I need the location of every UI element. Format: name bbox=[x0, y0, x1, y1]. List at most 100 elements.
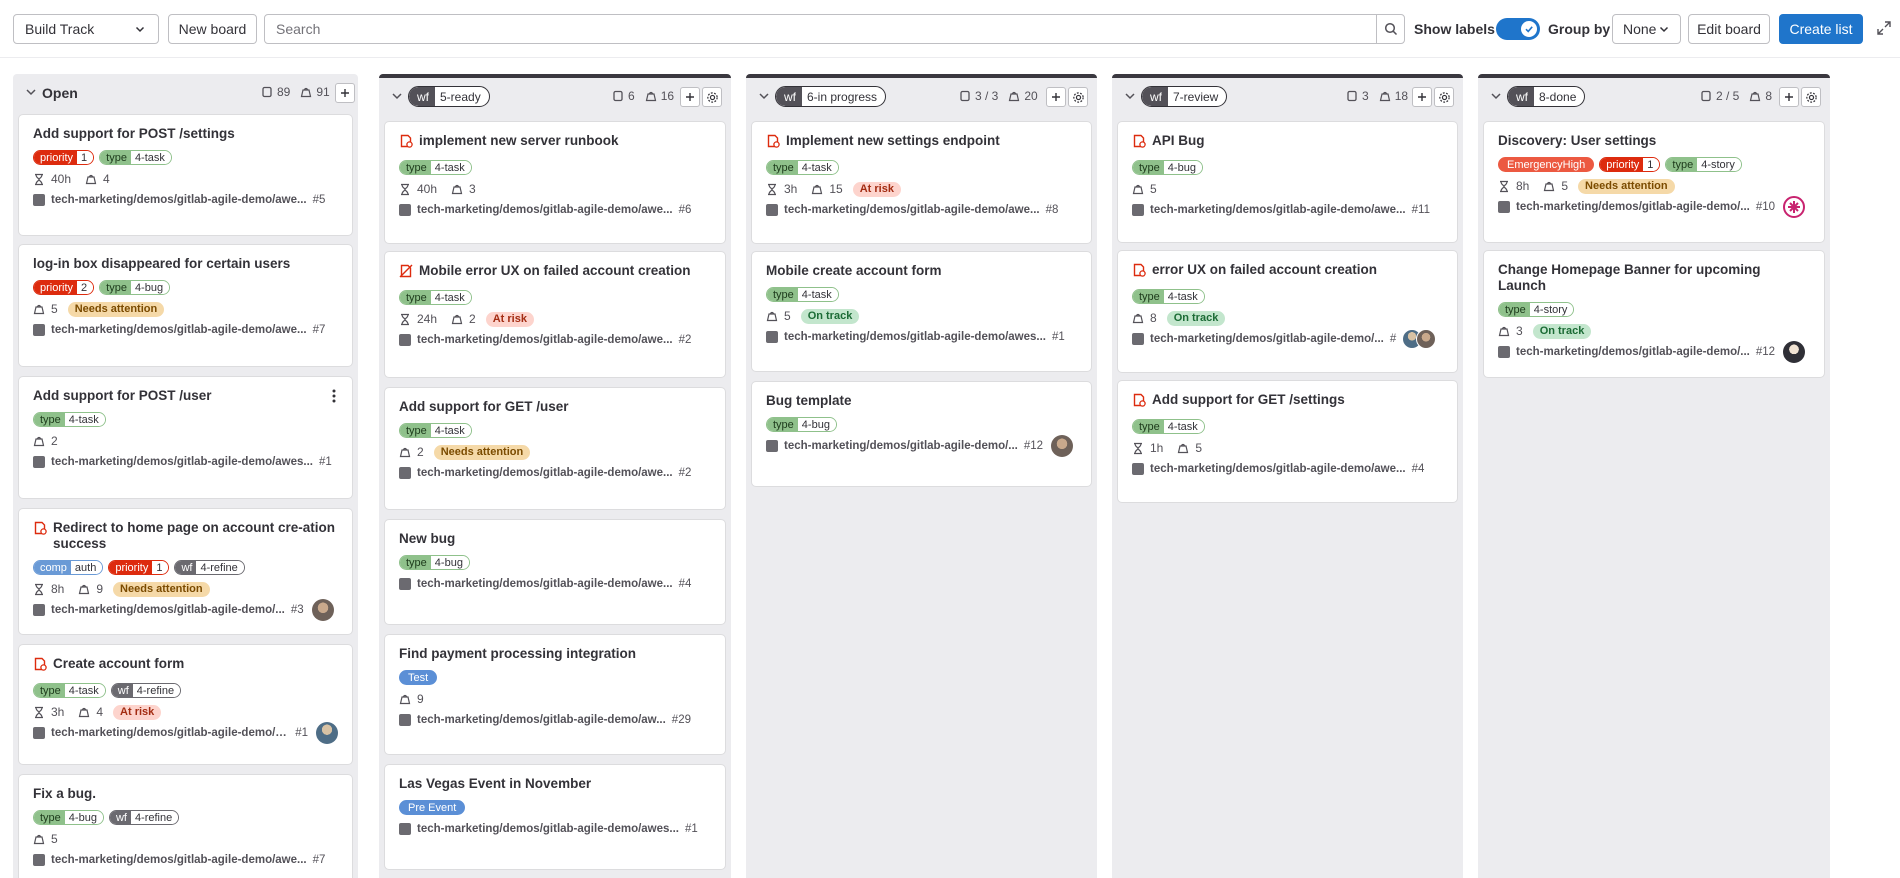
issue-title[interactable]: Mobile error UX on failed account creati… bbox=[419, 263, 691, 279]
issue-card[interactable]: Mobile error UX on failed account creati… bbox=[385, 252, 725, 377]
issue-card[interactable]: Change Homepage Banner for upcoming Laun… bbox=[1484, 251, 1824, 377]
scoped-label-chip[interactable]: wf 4-refine bbox=[110, 683, 182, 698]
issue-card[interactable]: Add support for GET /user type 4-task 2 Need… bbox=[385, 388, 725, 509]
avatar[interactable] bbox=[1783, 196, 1806, 218]
scoped-label-chip[interactable]: type 4-task bbox=[1132, 419, 1205, 434]
scoped-label-chip[interactable]: wf 4-refine bbox=[108, 810, 180, 825]
issue-reference[interactable]: tech-marketing/demos/gitlab-agile-demo/.… bbox=[1498, 341, 1810, 363]
issue-reference[interactable]: tech-marketing/demos/gitlab-agile-demo/a… bbox=[766, 330, 1077, 344]
issue-title[interactable]: Change Homepage Banner for upcoming Laun… bbox=[1498, 262, 1810, 294]
scoped-label-chip[interactable]: comp auth bbox=[33, 560, 104, 575]
list-settings-button[interactable] bbox=[702, 87, 722, 107]
search-input[interactable]: Search bbox=[264, 14, 1405, 44]
new-board-button[interactable]: New board bbox=[168, 14, 257, 44]
issue-title[interactable]: Add support for POST /settings bbox=[33, 126, 235, 142]
scoped-label-chip[interactable]: priority 1 bbox=[108, 560, 170, 575]
chevron-down-icon[interactable] bbox=[1123, 89, 1137, 103]
scoped-label-chip[interactable]: type 4-task bbox=[1132, 289, 1205, 304]
issue-reference[interactable]: tech-marketing/demos/gitlab-agile-demo/a… bbox=[1132, 462, 1443, 476]
issue-card[interactable]: Implement new settings endpoint type 4-tas… bbox=[752, 122, 1091, 243]
scoped-label-chip[interactable]: priority 1 bbox=[33, 150, 95, 165]
issue-card[interactable]: Redirect to home page on account cre-ati… bbox=[19, 509, 352, 634]
issue-title[interactable]: Create account form bbox=[53, 656, 184, 672]
issue-reference[interactable]: tech-marketing/demos/gitlab-agile-demo/a… bbox=[399, 713, 711, 727]
group-by-dropdown[interactable]: None bbox=[1612, 14, 1681, 44]
scoped-label-chip[interactable]: type 4-task bbox=[399, 160, 472, 175]
issue-title[interactable]: New bug bbox=[399, 531, 455, 547]
list-settings-button[interactable] bbox=[1801, 87, 1821, 107]
scoped-label-chip[interactable]: type 4-bug bbox=[399, 555, 470, 570]
scoped-label-chip[interactable]: type 4-story bbox=[1498, 302, 1575, 317]
issue-title[interactable]: Mobile create account form bbox=[766, 263, 942, 279]
edit-board-button[interactable]: Edit board bbox=[1688, 14, 1770, 44]
chevron-down-icon[interactable] bbox=[390, 89, 404, 103]
issue-title[interactable]: Find payment processing integration bbox=[399, 646, 636, 662]
issue-reference[interactable]: tech-marketing/demos/gitlab-agile-demo/a… bbox=[1132, 203, 1443, 217]
issue-card[interactable]: Add support for POST /user type 4-task 2 tec… bbox=[19, 377, 352, 498]
issue-card[interactable]: New bug type 4-bug tech-marketing/demos/git… bbox=[385, 520, 725, 624]
chevron-down-icon[interactable] bbox=[1489, 89, 1503, 103]
issue-reference[interactable]: tech-marketing/demos/gitlab-agile-demo/.… bbox=[33, 599, 338, 621]
issue-title[interactable]: log-in box disappeared for certain users bbox=[33, 256, 290, 272]
issue-title[interactable]: Fix a bug. bbox=[33, 786, 96, 802]
issue-reference[interactable]: tech-marketing/demos/gitlab-agile-demo/a… bbox=[33, 853, 338, 867]
scoped-label-chip[interactable]: type 4-story bbox=[1665, 157, 1742, 172]
issue-reference[interactable]: tech-marketing/demos/gitlab-agile-demo/a… bbox=[33, 722, 338, 744]
scoped-label-chip[interactable]: priority 1 bbox=[1599, 157, 1661, 172]
label-chip[interactable]: Test bbox=[399, 670, 438, 685]
issue-title[interactable]: Las Vegas Event in November bbox=[399, 776, 591, 792]
assignee-avatars[interactable] bbox=[1402, 329, 1437, 349]
kebab-icon[interactable] bbox=[332, 389, 336, 408]
add-issue-button[interactable] bbox=[1412, 87, 1432, 107]
issue-title[interactable]: Add support for POST /user bbox=[33, 388, 212, 404]
expand-icon[interactable] bbox=[1876, 20, 1892, 36]
issue-reference[interactable]: tech-marketing/demos/gitlab-agile-demo/a… bbox=[399, 577, 711, 591]
issue-title[interactable]: API Bug bbox=[1152, 133, 1205, 149]
issue-card[interactable]: Create account form type 4-task wf 4-refine 3… bbox=[19, 645, 352, 764]
scoped-label-chip[interactable]: type 4-bug bbox=[33, 810, 104, 825]
add-issue-button[interactable] bbox=[680, 87, 700, 107]
scoped-label-chip[interactable]: type 4-bug bbox=[1132, 160, 1203, 175]
issue-title[interactable]: Redirect to home page on account cre-ati… bbox=[53, 520, 338, 552]
show-labels-toggle[interactable] bbox=[1496, 18, 1540, 40]
scoped-label-chip[interactable]: type 4-task bbox=[399, 423, 472, 438]
issue-card[interactable]: Discovery: User settings EmergencyHigh pri… bbox=[1484, 122, 1824, 242]
chevron-down-icon[interactable] bbox=[757, 89, 771, 103]
issue-card[interactable]: API Bug type 4-bug 5 tech-marketing/demos/gi… bbox=[1118, 122, 1457, 242]
issue-title[interactable]: implement new server runbook bbox=[419, 133, 619, 149]
issue-card[interactable]: Mobile create account form type 4-task 5 On … bbox=[752, 252, 1091, 371]
issue-reference[interactable]: tech-marketing/demos/gitlab-agile-demo/a… bbox=[33, 455, 338, 469]
create-list-button[interactable]: Create list bbox=[1779, 14, 1863, 44]
issue-reference[interactable]: tech-marketing/demos/gitlab-agile-demo/.… bbox=[1498, 196, 1810, 218]
scoped-label-chip[interactable]: type 4-task bbox=[33, 412, 106, 427]
add-issue-button[interactable] bbox=[1046, 87, 1066, 107]
issue-reference[interactable]: tech-marketing/demos/gitlab-agile-demo/a… bbox=[399, 822, 711, 836]
issue-title[interactable]: Add support for GET /settings bbox=[1152, 392, 1345, 408]
avatar[interactable] bbox=[1051, 435, 1074, 457]
issue-card[interactable]: Add support for GET /settings type 4-task 1… bbox=[1118, 381, 1457, 502]
list-settings-button[interactable] bbox=[1434, 87, 1454, 107]
avatar[interactable] bbox=[316, 722, 338, 744]
board-select-dropdown[interactable]: Build Track bbox=[13, 14, 159, 44]
issue-card[interactable]: Find payment processing integration Test 9… bbox=[385, 635, 725, 754]
add-issue-button[interactable] bbox=[1779, 87, 1799, 107]
issue-title[interactable]: Discovery: User settings bbox=[1498, 133, 1656, 149]
search-button[interactable] bbox=[1376, 15, 1404, 43]
issue-card[interactable]: Fix a bug. type 4-bug wf 4-refine 5 tech-marke… bbox=[19, 775, 352, 878]
issue-card[interactable]: Add support for POST /settings priority 1 t… bbox=[19, 115, 352, 235]
issue-reference[interactable]: tech-marketing/demos/gitlab-agile-demo/a… bbox=[399, 203, 711, 217]
issue-reference[interactable]: tech-marketing/demos/gitlab-agile-demo/.… bbox=[1132, 329, 1443, 349]
issue-card[interactable]: error UX on failed account creation type 4… bbox=[1118, 251, 1457, 372]
issue-card[interactable]: log-in box disappeared for certain users… bbox=[19, 245, 352, 366]
label-chip[interactable]: Pre Event bbox=[399, 800, 466, 815]
scoped-label-chip[interactable]: type 4-task bbox=[33, 683, 106, 698]
issue-card[interactable]: Las Vegas Event in November Pre Event tech… bbox=[385, 765, 725, 869]
issue-reference[interactable]: tech-marketing/demos/gitlab-agile-demo/a… bbox=[766, 203, 1077, 217]
issue-reference[interactable]: tech-marketing/demos/gitlab-agile-demo/a… bbox=[399, 333, 711, 347]
scoped-label-chip[interactable]: type 4-task bbox=[399, 290, 472, 305]
avatar[interactable] bbox=[1783, 341, 1806, 363]
scoped-label-chip[interactable]: type 4-bug bbox=[766, 417, 837, 432]
scoped-label-chip[interactable]: type 4-task bbox=[99, 150, 172, 165]
scoped-label-chip[interactable]: type 4-task bbox=[766, 160, 839, 175]
scoped-label-chip[interactable]: priority 2 bbox=[33, 280, 95, 295]
